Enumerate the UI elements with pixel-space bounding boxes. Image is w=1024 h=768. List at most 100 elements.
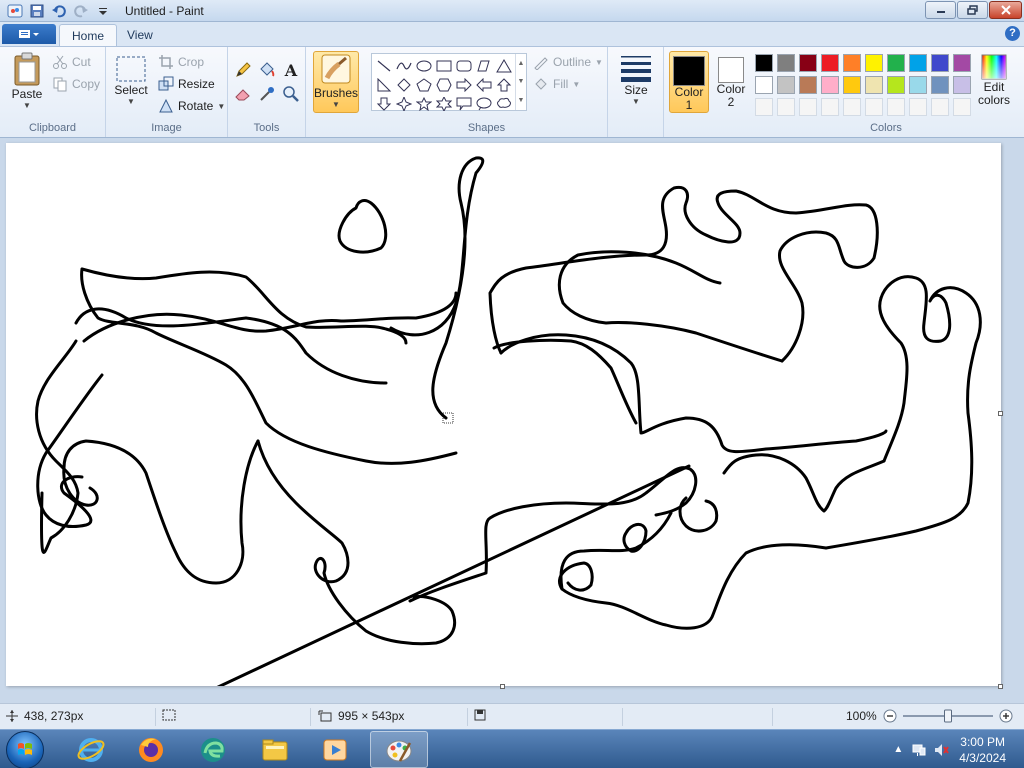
palette-color-swatch[interactable] <box>863 74 885 96</box>
palette-color-swatch[interactable] <box>951 74 973 96</box>
up-arrow-shape-icon[interactable] <box>494 75 514 94</box>
zoom-out-icon[interactable] <box>883 709 897 723</box>
canvas-workspace[interactable] <box>0 138 1024 703</box>
scroll-down-icon[interactable]: ▼ <box>518 78 525 85</box>
down-arrow-shape-icon[interactable] <box>374 94 394 113</box>
rectangle-shape-icon[interactable] <box>434 56 454 75</box>
four-point-star-shape-icon[interactable] <box>394 94 414 113</box>
start-button[interactable] <box>6 731 44 768</box>
line-shape-icon[interactable] <box>374 56 394 75</box>
six-point-star-shape-icon[interactable] <box>434 94 454 113</box>
outline-dropdown-icon[interactable]: ▼ <box>595 58 603 67</box>
taskbar-media-player[interactable] <box>306 731 364 768</box>
zoom-in-icon[interactable] <box>999 709 1013 723</box>
tab-home[interactable]: Home <box>59 24 118 46</box>
five-point-star-shape-icon[interactable] <box>414 94 434 113</box>
undo-icon[interactable] <box>50 2 68 20</box>
outline-button[interactable]: Outline ▼ <box>533 53 603 71</box>
volume-muted-icon[interactable] <box>933 742 950 758</box>
right-triangle-shape-icon[interactable] <box>374 75 394 94</box>
color1-button[interactable]: Color 1 <box>669 51 709 113</box>
paste-dropdown-icon[interactable]: ▼ <box>23 101 31 110</box>
fill-dropdown-icon[interactable]: ▼ <box>572 80 580 89</box>
palette-color-swatch[interactable] <box>797 74 819 96</box>
palette-color-swatch[interactable] <box>819 74 841 96</box>
palette-color-swatch[interactable] <box>775 96 797 118</box>
canvas-resize-handle-right[interactable] <box>998 411 1003 416</box>
palette-color-swatch[interactable] <box>753 96 775 118</box>
diamond-shape-icon[interactable] <box>394 75 414 94</box>
palette-color-swatch[interactable] <box>841 74 863 96</box>
taskbar-file-explorer[interactable] <box>246 731 304 768</box>
copy-button[interactable]: Copy <box>52 75 100 93</box>
rounded-rectangle-shape-icon[interactable] <box>454 56 474 75</box>
color-picker-icon[interactable] <box>256 83 278 105</box>
curve-shape-icon[interactable] <box>394 56 414 75</box>
network-icon[interactable] <box>911 742 927 758</box>
palette-color-swatch[interactable] <box>885 74 907 96</box>
palette-color-swatch[interactable] <box>885 52 907 74</box>
pentagon-shape-icon[interactable] <box>414 75 434 94</box>
drawing-canvas[interactable] <box>6 143 1001 686</box>
taskbar-edge[interactable] <box>184 731 242 768</box>
tray-expand-icon[interactable]: ▲ <box>893 744 903 755</box>
size-dropdown-icon[interactable]: ▼ <box>632 97 640 106</box>
palette-color-swatch[interactable] <box>951 52 973 74</box>
palette-color-swatch[interactable] <box>863 96 885 118</box>
redo-icon[interactable] <box>72 2 90 20</box>
customize-toolbar-icon[interactable] <box>94 2 112 20</box>
help-icon[interactable]: ? <box>1005 26 1020 41</box>
brushes-dropdown-icon[interactable]: ▼ <box>332 100 340 109</box>
palette-color-swatch[interactable] <box>907 96 929 118</box>
rotate-button[interactable]: Rotate ▼ <box>158 97 225 115</box>
left-arrow-shape-icon[interactable] <box>474 75 494 94</box>
eraser-icon[interactable] <box>232 83 254 105</box>
clock[interactable]: 3:00 PM 4/3/2024 <box>959 734 1006 766</box>
taskbar-internet-explorer[interactable] <box>62 731 120 768</box>
edit-colors-button[interactable]: Edit colors <box>976 53 1012 107</box>
oval-shape-icon[interactable] <box>414 56 434 75</box>
fill-button[interactable]: Fill ▼ <box>533 75 580 93</box>
cloud-callout-shape-icon[interactable] <box>494 94 514 113</box>
palette-color-swatch[interactable] <box>841 52 863 74</box>
shapes-gallery-scroll[interactable]: ▲ ▼ ▼ <box>515 54 526 110</box>
hexagon-shape-icon[interactable] <box>434 75 454 94</box>
select-dropdown-icon[interactable]: ▼ <box>127 97 135 106</box>
select-button[interactable]: Select ▼ <box>112 55 150 106</box>
paint-bucket-icon[interactable] <box>256 59 278 81</box>
rotate-dropdown-icon[interactable]: ▼ <box>217 102 225 111</box>
palette-color-swatch[interactable] <box>753 74 775 96</box>
right-arrow-shape-icon[interactable] <box>454 75 474 94</box>
palette-color-swatch[interactable] <box>929 52 951 74</box>
magnifier-icon[interactable] <box>280 83 302 105</box>
palette-color-swatch[interactable] <box>819 96 841 118</box>
canvas-resize-handle-bottom[interactable] <box>500 684 505 689</box>
scroll-up-icon[interactable]: ▲ <box>518 60 525 67</box>
paint-menu-button[interactable] <box>2 24 56 44</box>
palette-color-swatch[interactable] <box>775 52 797 74</box>
palette-color-swatch[interactable] <box>929 96 951 118</box>
cut-button[interactable]: Cut <box>52 53 91 71</box>
taskbar-paint[interactable] <box>370 731 428 768</box>
close-button[interactable] <box>989 1 1022 19</box>
taskbar-firefox[interactable] <box>122 731 180 768</box>
rectangular-callout-shape-icon[interactable] <box>454 94 474 113</box>
zoom-slider-thumb[interactable] <box>943 709 952 723</box>
resize-button[interactable]: Resize <box>158 75 215 93</box>
palette-color-swatch[interactable] <box>797 96 819 118</box>
palette-color-swatch[interactable] <box>951 96 973 118</box>
palette-color-swatch[interactable] <box>775 74 797 96</box>
zoom-slider[interactable] <box>902 709 993 723</box>
palette-color-swatch[interactable] <box>841 96 863 118</box>
minimize-button[interactable] <box>925 1 956 19</box>
text-icon[interactable]: A <box>280 59 302 81</box>
pencil-icon[interactable] <box>232 59 254 81</box>
crop-button[interactable]: Crop <box>158 53 204 71</box>
palette-color-swatch[interactable] <box>907 52 929 74</box>
tab-view[interactable]: View <box>115 24 165 46</box>
palette-color-swatch[interactable] <box>929 74 951 96</box>
save-icon[interactable] <box>28 2 46 20</box>
brushes-button[interactable]: Brushes ▼ <box>313 51 359 113</box>
gallery-more-icon[interactable]: ▼ <box>518 97 525 104</box>
paint-app-icon[interactable] <box>6 2 24 20</box>
